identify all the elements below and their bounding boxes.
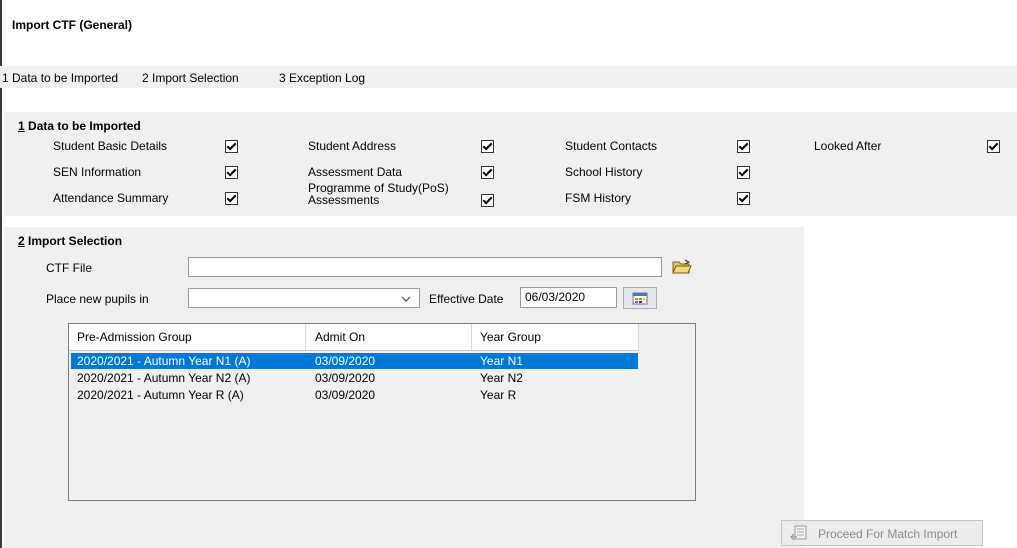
import-selection-heading: 2 Import Selection [18, 234, 123, 248]
ctf-file-input[interactable] [188, 257, 662, 277]
student-address-label: Student Address [308, 139, 397, 153]
section-tabs: 1 Data to be Imported 2 Import Selection… [0, 66, 1017, 88]
table-row[interactable]: 2020/2021 - Autumn Year R (A) 03/09/2020… [71, 387, 638, 403]
proceed-button-label: Proceed For Match Import [818, 527, 958, 541]
student-address-checkbox[interactable] [481, 140, 494, 153]
attendance-summary-checkbox[interactable] [225, 192, 238, 205]
row-year-group: Year N2 [480, 371, 523, 385]
proceed-for-match-import-button[interactable]: Proceed For Match Import [781, 520, 983, 546]
window-title: Import CTF (General) [12, 18, 133, 32]
import-document-icon [790, 525, 807, 541]
sen-information-checkbox[interactable] [225, 166, 238, 179]
programme-of-study-label: Programme of Study(PoS) Assessments [308, 181, 449, 207]
calendar-icon [632, 292, 648, 305]
school-history-checkbox[interactable] [737, 166, 750, 179]
browse-folder-button[interactable] [670, 256, 694, 278]
row-admit-on: 03/09/2020 [315, 371, 376, 385]
row-admit-on: 03/09/2020 [315, 354, 376, 368]
column-divider [471, 324, 472, 350]
effective-date-input[interactable]: 06/03/2020 [520, 287, 617, 308]
student-contacts-checkbox[interactable] [737, 140, 750, 153]
column-header-admit-on[interactable]: Admit On [315, 330, 365, 344]
student-basic-details-label: Student Basic Details [53, 139, 168, 153]
column-divider [305, 324, 306, 350]
assessment-data-label: Assessment Data [308, 165, 403, 179]
table-row[interactable]: 2020/2021 - Autumn Year N2 (A) 03/09/202… [71, 370, 638, 386]
sen-information-label: SEN Information [53, 165, 142, 179]
ctf-file-label: CTF File [46, 261, 92, 275]
row-year-group: Year N1 [480, 354, 523, 368]
looked-after-label: Looked After [814, 139, 882, 153]
row-group: 2020/2021 - Autumn Year R (A) [77, 388, 244, 402]
open-folder-icon [672, 259, 692, 274]
student-basic-details-checkbox[interactable] [225, 140, 238, 153]
data-to-be-imported-heading: 1 Data to be Imported [18, 119, 141, 133]
row-admit-on: 03/09/2020 [315, 388, 376, 402]
place-new-pupils-label: Place new pupils in [46, 292, 149, 306]
column-header-pre-admission-group[interactable]: Pre-Admission Group [77, 330, 192, 344]
chevron-down-icon [401, 296, 411, 302]
tab-data-to-be-imported[interactable]: 1 Data to be Imported [2, 71, 118, 85]
programme-of-study-checkbox[interactable] [481, 194, 494, 207]
place-new-pupils-dropdown[interactable] [188, 288, 420, 308]
tab-import-selection[interactable]: 2 Import Selection [142, 71, 239, 85]
row-group: 2020/2021 - Autumn Year N1 (A) [77, 354, 251, 368]
import-ctf-window: Import CTF (General) 1 Data to be Import… [0, 0, 1017, 548]
row-year-group: Year R [480, 388, 517, 402]
school-history-label: School History [565, 165, 643, 179]
date-picker-button[interactable] [623, 287, 657, 309]
column-header-year-group[interactable]: Year Group [480, 330, 541, 344]
fsm-history-label: FSM History [565, 191, 631, 205]
grid-header: Pre-Admission Group Admit On Year Group [69, 324, 639, 351]
tab-exception-log[interactable]: 3 Exception Log [279, 71, 365, 85]
student-contacts-label: Student Contacts [565, 139, 658, 153]
pre-admission-group-grid[interactable]: Pre-Admission Group Admit On Year Group … [68, 323, 696, 501]
data-to-be-imported-panel: 1 Data to be Imported Student Basic Deta… [4, 112, 1017, 216]
fsm-history-checkbox[interactable] [737, 192, 750, 205]
attendance-summary-label: Attendance Summary [53, 191, 169, 205]
table-row[interactable]: 2020/2021 - Autumn Year N1 (A) 03/09/202… [71, 353, 638, 369]
effective-date-label: Effective Date [429, 292, 504, 306]
assessment-data-checkbox[interactable] [481, 166, 494, 179]
column-divider [638, 324, 639, 350]
looked-after-checkbox[interactable] [987, 140, 1000, 153]
row-group: 2020/2021 - Autumn Year N2 (A) [77, 371, 251, 385]
